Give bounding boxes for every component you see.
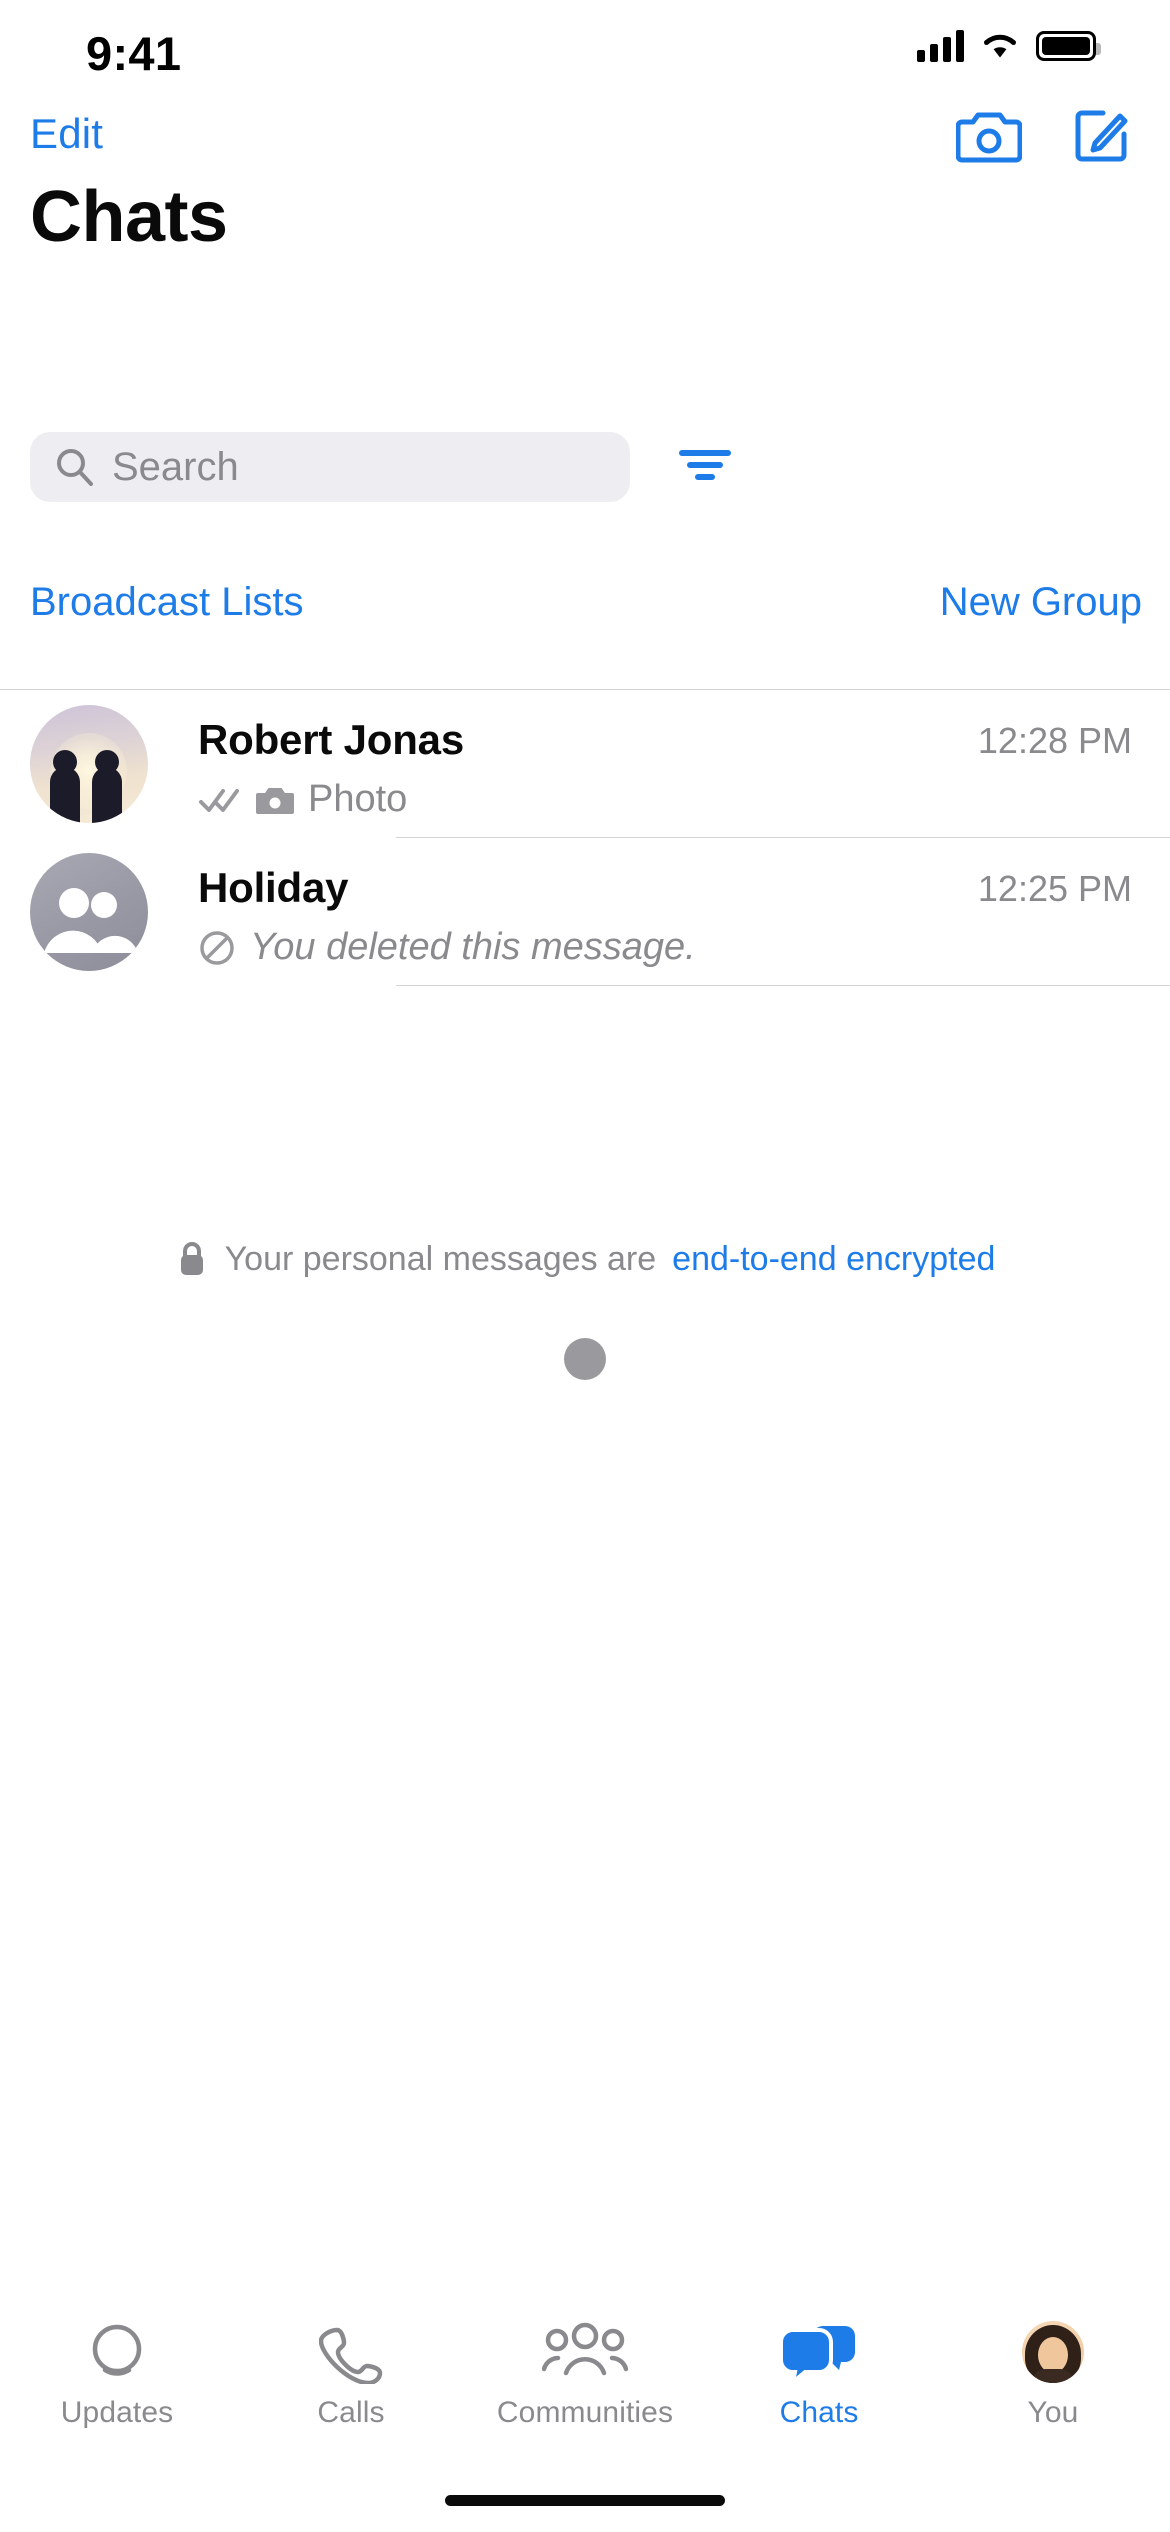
status-bar-indicators: [917, 30, 1101, 62]
chat-timestamp: 12:25 PM: [977, 868, 1132, 909]
profile-avatar-icon: [1022, 2316, 1084, 2388]
avatar[interactable]: [30, 705, 148, 823]
quick-actions-row: Broadcast Lists New Group: [0, 580, 1170, 630]
tab-label: Calls: [317, 2396, 385, 2429]
encryption-learn-more-link[interactable]: end-to-end encrypted: [672, 1240, 995, 1279]
silhouette-figure: [92, 750, 122, 823]
wifi-icon: [984, 34, 1016, 58]
lock-icon: [180, 1242, 203, 1275]
tab-communities[interactable]: Communities: [468, 2316, 702, 2430]
encryption-notice: Your personal messages are end-to-end en…: [0, 1238, 1170, 1280]
tab-label: You: [1027, 2396, 1079, 2429]
silhouette-figure: [50, 750, 80, 823]
chat-name: Holiday: [198, 864, 349, 911]
search-input[interactable]: Search: [30, 432, 630, 502]
status-bar-time: 9:41: [86, 27, 182, 80]
phone-icon: [319, 2316, 383, 2388]
home-indicator: [445, 2495, 725, 2506]
search-row: Search: [0, 430, 1170, 504]
tab-label: Communities: [496, 2396, 674, 2429]
tab-chats[interactable]: Chats: [702, 2316, 936, 2430]
nav-bar-actions: [956, 104, 1132, 166]
tab-label: Chats: [779, 2396, 859, 2429]
tab-label: Updates: [60, 2396, 174, 2429]
nav-bar: Edit: [0, 96, 1170, 182]
app-screen: 9:41 Edit Chats Search Broadcast Lists N…: [0, 0, 1170, 2532]
tab-updates[interactable]: Updates: [0, 2316, 234, 2430]
double-check-icon: [199, 788, 239, 812]
chat-timestamp: 12:28 PM: [977, 720, 1132, 761]
tab-bar: Updates Calls Communities Chats You: [0, 2302, 1170, 2472]
chat-preview: Photo: [308, 778, 408, 820]
compose-new-chat-icon[interactable]: [1070, 104, 1132, 166]
search-placeholder: Search: [112, 444, 239, 489]
chat-name: Robert Jonas: [198, 716, 464, 763]
edit-button[interactable]: Edit: [30, 110, 103, 158]
page-title: Chats: [30, 177, 228, 257]
communities-icon: [542, 2316, 628, 2388]
chat-list-item[interactable]: Robert Jonas 12:28 PM Photo: [0, 690, 1170, 838]
camera-icon[interactable]: [956, 104, 1022, 166]
encryption-notice-text: Your personal messages are: [224, 1239, 657, 1278]
chat-list: Robert Jonas 12:28 PM Photo Holiday 12:2…: [0, 690, 1170, 986]
search-icon: [57, 449, 93, 486]
camera-icon: [256, 787, 294, 814]
tab-calls[interactable]: Calls: [234, 2316, 468, 2430]
cellular-bars-icon: [917, 30, 964, 62]
loading-dot: [564, 1338, 606, 1380]
battery-full-icon: [1036, 31, 1101, 61]
filter-icon[interactable]: [674, 442, 736, 493]
updates-status-icon: [83, 2316, 151, 2388]
chat-bubbles-icon: [779, 2316, 859, 2388]
row-divider: [396, 985, 1170, 986]
avatar[interactable]: [30, 853, 148, 971]
new-group-button[interactable]: New Group: [940, 580, 1142, 625]
broadcast-lists-button[interactable]: Broadcast Lists: [30, 580, 303, 625]
deleted-message-icon: [200, 930, 234, 965]
status-bar: 9:41: [0, 0, 1170, 96]
tab-you[interactable]: You: [936, 2316, 1170, 2430]
chat-preview: You deleted this message.: [250, 926, 696, 968]
chat-list-item[interactable]: Holiday 12:25 PM You deleted this messag…: [0, 838, 1170, 986]
chat-item-body: Robert Jonas 12:28 PM Photo: [198, 690, 1170, 838]
chat-item-body: Holiday 12:25 PM You deleted this messag…: [198, 838, 1170, 986]
